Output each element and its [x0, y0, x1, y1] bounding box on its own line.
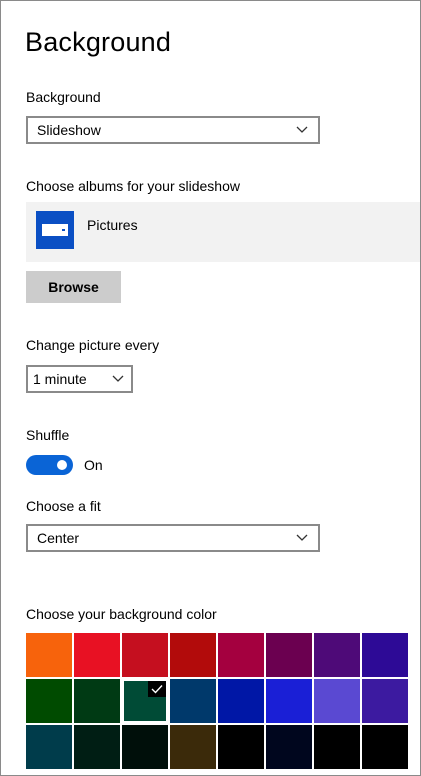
color-swatch[interactable]	[218, 725, 264, 769]
color-swatch[interactable]	[122, 633, 168, 677]
color-swatch[interactable]	[26, 679, 72, 723]
color-label: Choose your background color	[26, 606, 217, 622]
fit-dropdown-value: Center	[37, 530, 80, 546]
color-swatch[interactable]	[74, 679, 120, 723]
album-item-pictures[interactable]: Pictures	[26, 202, 420, 262]
shuffle-toggle[interactable]	[26, 455, 73, 475]
color-swatch-selected[interactable]	[122, 679, 168, 723]
folder-icon	[36, 211, 74, 249]
interval-label: Change picture every	[26, 337, 160, 353]
color-swatch[interactable]	[218, 679, 264, 723]
color-swatch[interactable]	[266, 725, 312, 769]
background-dropdown-value: Slideshow	[37, 122, 101, 138]
chevron-down-icon	[295, 531, 309, 545]
page-title: Background	[25, 27, 172, 57]
color-swatch[interactable]	[314, 725, 360, 769]
shuffle-label: Shuffle	[26, 427, 70, 443]
color-swatch[interactable]	[74, 633, 120, 677]
color-swatch[interactable]	[362, 633, 408, 677]
background-dropdown[interactable]: Slideshow	[26, 116, 320, 144]
color-swatch[interactable]	[26, 633, 72, 677]
albums-label: Choose albums for your slideshow	[26, 178, 240, 194]
color-swatch[interactable]	[170, 679, 216, 723]
interval-dropdown-value: 1 minute	[33, 371, 87, 387]
settings-panel: Background Background Slideshow Choose a…	[0, 0, 421, 776]
album-name: Pictures	[87, 217, 138, 233]
color-swatch[interactable]	[266, 679, 312, 723]
chevron-down-icon	[111, 372, 125, 386]
background-label: Background	[26, 89, 101, 105]
interval-dropdown[interactable]: 1 minute	[26, 365, 133, 393]
color-swatch[interactable]	[170, 633, 216, 677]
toggle-knob	[57, 460, 67, 470]
color-swatch[interactable]	[218, 633, 264, 677]
color-swatch[interactable]	[314, 679, 360, 723]
browse-button[interactable]: Browse	[26, 271, 121, 303]
color-swatch[interactable]	[266, 633, 312, 677]
checkmark-icon	[148, 681, 166, 697]
color-swatch[interactable]	[122, 725, 168, 769]
color-swatch[interactable]	[74, 725, 120, 769]
fit-label: Choose a fit	[26, 498, 101, 514]
color-swatch[interactable]	[314, 633, 360, 677]
shuffle-state-label: On	[84, 457, 103, 473]
color-swatch[interactable]	[170, 725, 216, 769]
color-swatch[interactable]	[362, 679, 408, 723]
color-swatch[interactable]	[362, 725, 408, 769]
chevron-down-icon	[295, 123, 309, 137]
color-swatch[interactable]	[26, 725, 72, 769]
fit-dropdown[interactable]: Center	[26, 524, 320, 552]
